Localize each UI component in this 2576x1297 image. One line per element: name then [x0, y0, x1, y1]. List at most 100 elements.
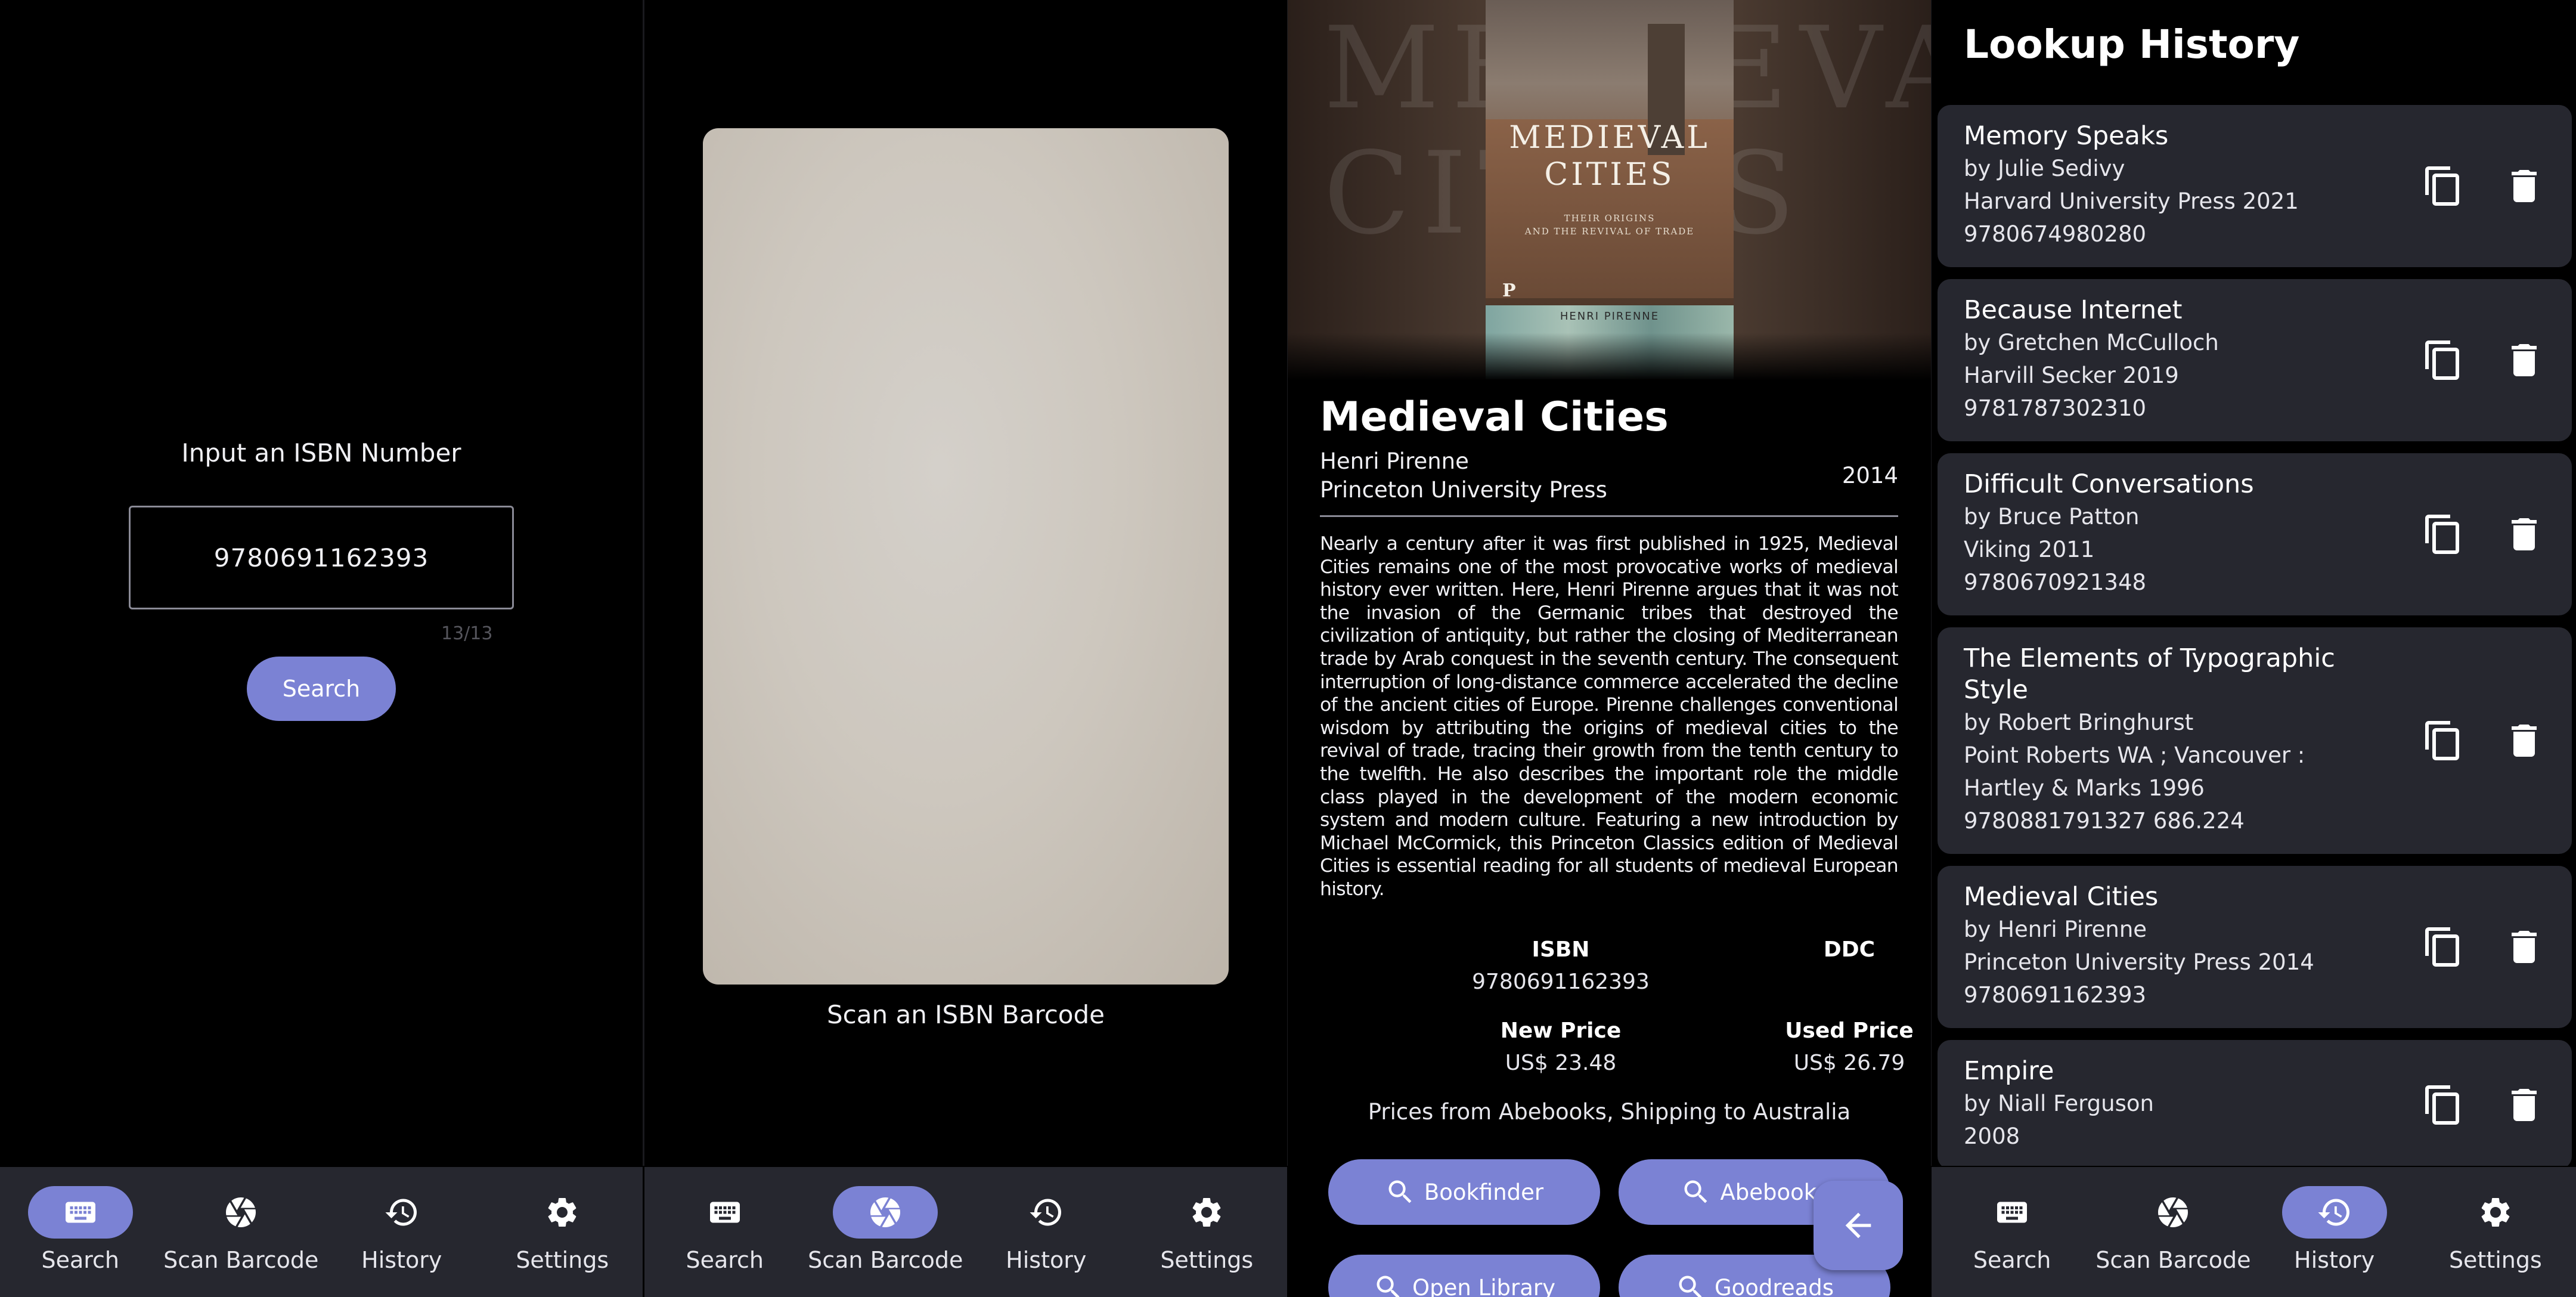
- copy-icon[interactable]: [2422, 925, 2465, 968]
- nav-item-scan-barcode[interactable]: Scan Barcode: [805, 1167, 966, 1297]
- nav-item-settings[interactable]: Settings: [2415, 1167, 2576, 1297]
- cover-fade: [1288, 333, 1931, 380]
- history-card-detail: 9780674980280: [1964, 221, 2147, 247]
- nav-item-search[interactable]: Search: [1932, 1167, 2093, 1297]
- search-icon: [1388, 1180, 1412, 1203]
- copy-icon[interactable]: [2422, 513, 2465, 556]
- search-button[interactable]: Search: [247, 657, 396, 721]
- nav-label: Scan Barcode: [808, 1247, 963, 1273]
- delete-icon[interactable]: [2503, 513, 2546, 556]
- nav-label: History: [1006, 1247, 1087, 1273]
- copy-icon[interactable]: [2422, 165, 2465, 208]
- cover-title: MEDIEVAL CITIES: [1509, 120, 1710, 193]
- history-card-detail: by Bruce Patton: [1964, 504, 2140, 530]
- nav-indicator: [2281, 1186, 2387, 1239]
- publisher-logo: P: [1502, 280, 1516, 301]
- history-card[interactable]: The Elements of Typographic Style by Robe…: [1938, 627, 2572, 854]
- open-library-button[interactable]: Open Library: [1328, 1255, 1600, 1297]
- nav-item-history[interactable]: History: [321, 1167, 482, 1297]
- search-icon: [1679, 1276, 1702, 1297]
- back-button[interactable]: [1814, 1181, 1903, 1270]
- delete-icon[interactable]: [2503, 165, 2546, 208]
- nav-item-settings[interactable]: Settings: [482, 1167, 643, 1297]
- history-card-title: Memory Speaks: [1964, 121, 2169, 151]
- book-year: 2014: [1842, 463, 1898, 488]
- book-description: Nearly a century after it was first publ…: [1320, 533, 1899, 900]
- nav-indicator: [672, 1186, 777, 1239]
- nav-indicator: [188, 1186, 293, 1239]
- history-card-actions: [2422, 925, 2546, 968]
- history-card-detail: Point Roberts WA ; Vancouver : Hartley &…: [1964, 742, 2305, 801]
- abebooks-label: Abebooks: [1720, 1179, 1828, 1205]
- history-card-actions: [2422, 719, 2546, 762]
- nav-indicator: [2121, 1186, 2225, 1239]
- history-card-actions: [2422, 165, 2546, 208]
- nav-item-scan-barcode[interactable]: Scan Barcode: [161, 1167, 322, 1297]
- history-screen: Lookup History Memory Speaks by Julie Sed…: [1932, 0, 2576, 1297]
- nav-indicator: [510, 1186, 615, 1239]
- history-card-detail: Viking 2011: [1964, 537, 2095, 562]
- bottom-navigation: Search Scan Barcode History Settings: [0, 1167, 643, 1297]
- book-title: Medieval Cities: [1320, 394, 1669, 441]
- delete-icon[interactable]: [2503, 719, 2546, 762]
- history-list[interactable]: Memory Speaks by Julie Sedivy Harvard Univ…: [1938, 105, 2572, 1166]
- copy-icon[interactable]: [2422, 1084, 2465, 1126]
- history-card-detail: by Robert Bringhurst: [1964, 710, 2194, 735]
- history-card[interactable]: Difficult Conversations by Bruce Patton Vi…: [1938, 453, 2572, 615]
- nav-indicator: [833, 1186, 938, 1239]
- nav-item-search[interactable]: Search: [0, 1167, 161, 1297]
- delete-icon[interactable]: [2503, 925, 2546, 968]
- history-card[interactable]: Because Internet by Gretchen McCulloch Har…: [1938, 279, 2572, 441]
- aperture-icon: [226, 1197, 256, 1227]
- cover-author: HENRI PIRENNE: [1560, 310, 1660, 323]
- history-card[interactable]: Medieval Cities by Henri Pirenne Princeton…: [1938, 866, 2572, 1028]
- nav-label: History: [361, 1247, 442, 1273]
- history-card-detail: Princeton University Press 2014: [1964, 949, 2314, 975]
- used-price-value: US$ 26.79: [1793, 1051, 1905, 1075]
- history-card-actions: [2422, 1084, 2546, 1126]
- nav-item-settings[interactable]: Settings: [1127, 1167, 1288, 1297]
- history-card[interactable]: Memory Speaks by Julie Sedivy Harvard Univ…: [1938, 105, 2572, 267]
- delete-icon[interactable]: [2503, 339, 2546, 382]
- keyboard-icon: [1997, 1202, 2028, 1223]
- camera-preview[interactable]: [703, 128, 1229, 985]
- scan-screen: Scan an ISBN Barcode Search Scan Barcode H…: [644, 0, 1287, 1297]
- nav-item-history[interactable]: History: [966, 1167, 1127, 1297]
- scan-instruction: Scan an ISBN Barcode: [827, 1000, 1105, 1029]
- bookfinder-button[interactable]: Bookfinder: [1328, 1159, 1600, 1225]
- book-detail-screen: MEDIEVALCITIES MEDIEVALCITIES THEIR ORIG…: [1288, 0, 1931, 1297]
- nav-indicator: [27, 1186, 133, 1239]
- history-card[interactable]: Empire by Niall Ferguson 2008: [1938, 1040, 2572, 1166]
- history-card-actions: [2422, 339, 2546, 382]
- arrow-back-icon: [1845, 1212, 1871, 1239]
- nav-indicator: [994, 1186, 1099, 1239]
- bottom-navigation: Search Scan Barcode History Settings: [644, 1167, 1287, 1297]
- nav-indicator: [349, 1186, 454, 1239]
- history-card-detail: 9780691162393: [1964, 982, 2147, 1008]
- nav-label: History: [2294, 1247, 2375, 1273]
- book-author: Henri Pirenne: [1320, 448, 1469, 474]
- gear-icon: [2481, 1198, 2510, 1227]
- goodreads-label: Goodreads: [1714, 1274, 1834, 1297]
- cover-subtitle: THEIR ORIGINS AND THE REVIVAL OF TRADE: [1524, 213, 1695, 237]
- nav-item-history[interactable]: History: [2254, 1167, 2415, 1297]
- nav-item-scan-barcode[interactable]: Scan Barcode: [2093, 1167, 2253, 1297]
- copy-icon[interactable]: [2422, 339, 2465, 382]
- new-price-value: US$ 23.48: [1505, 1051, 1617, 1075]
- new-price-label: New Price: [1500, 1019, 1622, 1043]
- copy-icon[interactable]: [2422, 719, 2465, 762]
- bottom-navigation: Search Scan Barcode History Settings: [1932, 1167, 2576, 1297]
- gear-icon: [1192, 1198, 1221, 1227]
- search-screen: Input an ISBN Number 9780691162393 13/13…: [0, 0, 643, 1297]
- history-card-title: Because Internet: [1964, 295, 2183, 325]
- aperture-icon: [2158, 1197, 2188, 1227]
- nav-item-search[interactable]: Search: [644, 1167, 805, 1297]
- nav-label: Search: [41, 1247, 120, 1273]
- history-card-detail: 2008: [1964, 1123, 2020, 1149]
- delete-icon[interactable]: [2503, 1084, 2546, 1126]
- search-icon: [1377, 1276, 1400, 1297]
- nav-label: Settings: [516, 1247, 609, 1273]
- nav-indicator: [1960, 1186, 2064, 1239]
- history-icon: [1030, 1199, 1061, 1226]
- isbn-input[interactable]: 9780691162393: [129, 506, 514, 609]
